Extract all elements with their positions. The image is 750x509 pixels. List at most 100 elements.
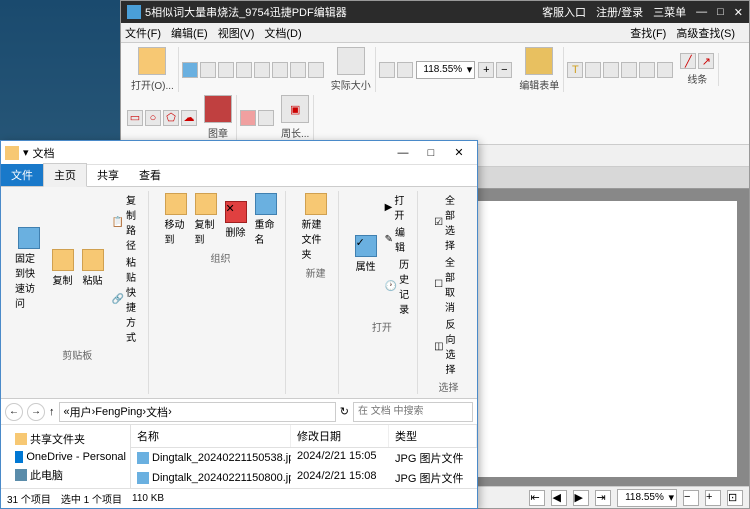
fit-page-icon[interactable] bbox=[379, 62, 395, 78]
underline-icon[interactable] bbox=[639, 62, 655, 78]
cut-icon[interactable] bbox=[254, 62, 270, 78]
print-icon[interactable] bbox=[200, 62, 216, 78]
select-invert-button[interactable]: ◫ 反向选择 bbox=[432, 315, 465, 377]
zoom-in-icon[interactable]: + bbox=[478, 62, 494, 78]
explorer-close-button[interactable]: ✕ bbox=[445, 146, 473, 159]
list-item[interactable]: Dingtalk_20240221150800.jpg2024/2/21 15:… bbox=[131, 468, 477, 488]
select-all-button[interactable]: ☑ 全部选择 bbox=[432, 191, 465, 253]
copy-icon[interactable] bbox=[272, 62, 288, 78]
move-to-button[interactable]: 移动到 bbox=[163, 191, 189, 248]
open-label: 打开(O)... bbox=[131, 77, 174, 92]
nav-next-icon[interactable]: ▶ bbox=[573, 490, 589, 506]
file-list[interactable]: 名称 修改日期 类型 Dingtalk_20240221150538.jpg20… bbox=[131, 425, 477, 488]
rect-icon[interactable]: ▭ bbox=[127, 110, 143, 126]
open-button[interactable] bbox=[138, 47, 166, 75]
tab-view[interactable]: 查看 bbox=[129, 164, 171, 186]
organize-caption: 组织 bbox=[211, 250, 231, 265]
copy-path-button[interactable]: 📋 复制路径 bbox=[110, 191, 142, 253]
text-tool-icon[interactable]: T bbox=[567, 62, 583, 78]
zoom-out-status-icon[interactable]: − bbox=[683, 490, 699, 506]
menu-view[interactable]: 视图(V) bbox=[218, 25, 255, 41]
stamp-label: 图章 bbox=[208, 125, 228, 140]
edit-form-button[interactable] bbox=[525, 47, 553, 75]
paste-shortcut-button[interactable]: 🔗 粘贴快捷方式 bbox=[110, 253, 142, 345]
menu-advfind[interactable]: 高级查找(S) bbox=[676, 25, 735, 41]
paste-button[interactable]: 粘贴 bbox=[80, 247, 106, 289]
open-mini-button[interactable]: ▶ 打开 bbox=[383, 191, 411, 223]
copy-button[interactable]: 复制 bbox=[50, 247, 76, 289]
col-name[interactable]: 名称 bbox=[131, 425, 291, 447]
menu-link[interactable]: 三菜单 bbox=[653, 4, 686, 20]
actual-size-button[interactable] bbox=[337, 47, 365, 75]
zoom-input[interactable] bbox=[419, 64, 467, 75]
zoom-in-status-icon[interactable]: + bbox=[705, 490, 721, 506]
menu-file[interactable]: 文件(F) bbox=[125, 25, 161, 41]
status-zoom-input[interactable] bbox=[620, 492, 668, 503]
list-item[interactable]: Dingtalk_20240221150538.jpg2024/2/21 15:… bbox=[131, 448, 477, 468]
nav-prev-icon[interactable]: ◀ bbox=[551, 490, 567, 506]
copy-to-button[interactable]: 复制到 bbox=[193, 191, 219, 248]
ruler-icon[interactable] bbox=[258, 110, 274, 126]
nav-up-button[interactable]: ↑ bbox=[49, 406, 55, 418]
select-none-button[interactable]: ☐ 全部取消 bbox=[432, 253, 465, 315]
maximize-button[interactable]: □ bbox=[717, 6, 724, 18]
breadcrumb[interactable]: « 用户 › FengPing › 文档 › bbox=[59, 402, 336, 422]
properties-button[interactable]: ✓属性 bbox=[353, 233, 379, 275]
strikeout-icon[interactable] bbox=[621, 62, 637, 78]
fit-width-icon[interactable] bbox=[397, 62, 413, 78]
undo-icon[interactable] bbox=[218, 62, 234, 78]
col-date[interactable]: 修改日期 bbox=[291, 425, 389, 447]
status-zoom[interactable]: ▾ bbox=[617, 489, 677, 507]
explorer-maximize-button[interactable]: □ bbox=[417, 147, 445, 159]
tab-home[interactable]: 主页 bbox=[43, 163, 87, 187]
edit-mini-button[interactable]: ✎ 编辑 bbox=[383, 223, 411, 255]
pin-button[interactable]: 固定到快速访问 bbox=[13, 225, 46, 312]
history-mini-button[interactable]: 🕐 历史记录 bbox=[383, 255, 411, 317]
tree-item[interactable]: OneDrive - Personal bbox=[1, 449, 130, 465]
cloud-icon[interactable]: ☁ bbox=[181, 110, 197, 126]
new-folder-button[interactable]: 新建文件夹 bbox=[300, 191, 332, 263]
redo-icon[interactable] bbox=[236, 62, 252, 78]
tab-file[interactable]: 文件 bbox=[1, 164, 43, 186]
file-icon bbox=[137, 452, 149, 464]
explorer-minimize-button[interactable]: — bbox=[389, 147, 417, 159]
line-icon[interactable]: ╱ bbox=[680, 53, 696, 69]
refresh-icon[interactable]: ↻ bbox=[340, 405, 349, 418]
explorer-title: 文档 bbox=[33, 145, 55, 161]
perimeter-button[interactable]: ▣ bbox=[281, 95, 309, 123]
col-type[interactable]: 类型 bbox=[389, 425, 477, 447]
tab-share[interactable]: 共享 bbox=[87, 164, 129, 186]
paste-icon[interactable] bbox=[290, 62, 306, 78]
close-button[interactable]: ✕ bbox=[734, 6, 743, 19]
select-caption: 选择 bbox=[439, 379, 459, 394]
tree-item[interactable]: 共享文件夹 bbox=[1, 429, 130, 449]
delete-button[interactable]: ✕删除 bbox=[223, 199, 249, 241]
save-icon[interactable] bbox=[182, 62, 198, 78]
menu-find[interactable]: 查找(F) bbox=[630, 25, 666, 41]
zoom-combo[interactable]: ▾ bbox=[416, 61, 476, 79]
nav-back-button[interactable]: ← bbox=[5, 403, 23, 421]
login-link[interactable]: 注册/登录 bbox=[596, 4, 643, 20]
circle-icon[interactable]: ○ bbox=[145, 110, 161, 126]
fit-status-icon[interactable]: ⊡ bbox=[727, 490, 743, 506]
nav-tree[interactable]: 共享文件夹OneDrive - Personal此电脑3D 对象视频图片文档下载… bbox=[1, 425, 131, 488]
tree-item[interactable]: 此电脑 bbox=[1, 465, 130, 485]
eraser-icon[interactable] bbox=[240, 110, 256, 126]
menu-doc[interactable]: 文档(D) bbox=[264, 25, 301, 41]
zoom-out-icon[interactable]: − bbox=[496, 62, 512, 78]
crop-icon[interactable] bbox=[657, 62, 673, 78]
rename-button[interactable]: 重命名 bbox=[253, 191, 279, 248]
note-icon[interactable] bbox=[603, 62, 619, 78]
camera-icon[interactable] bbox=[308, 62, 324, 78]
menu-edit[interactable]: 编辑(E) bbox=[171, 25, 208, 41]
support-link[interactable]: 客服入口 bbox=[542, 4, 586, 20]
polygon-icon[interactable]: ⬠ bbox=[163, 110, 179, 126]
search-input[interactable] bbox=[353, 402, 473, 422]
nav-forward-button[interactable]: → bbox=[27, 403, 45, 421]
nav-last-icon[interactable]: ⇥ bbox=[595, 490, 611, 506]
highlight-icon[interactable] bbox=[585, 62, 601, 78]
nav-first-icon[interactable]: ⇤ bbox=[529, 490, 545, 506]
arrow-icon[interactable]: ↗ bbox=[698, 53, 714, 69]
minimize-button[interactable]: — bbox=[696, 6, 707, 18]
stamp-button[interactable] bbox=[204, 95, 232, 123]
